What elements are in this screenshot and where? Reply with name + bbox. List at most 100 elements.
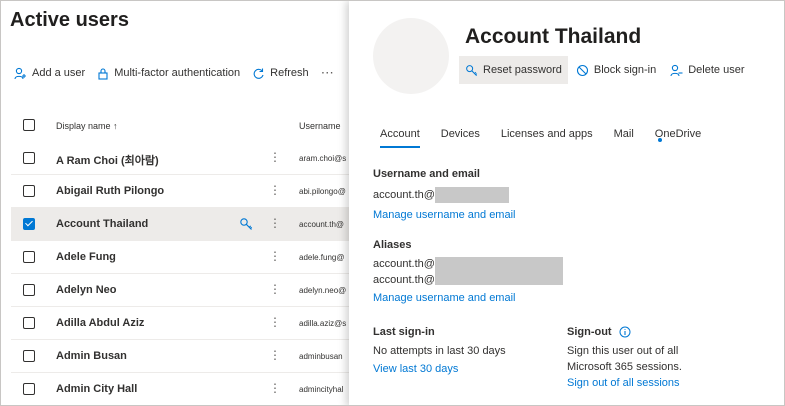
detail-tabs: Account Devices Licenses and apps Mail O… (380, 128, 722, 148)
add-user-button[interactable]: Add a user (14, 67, 85, 80)
table-row[interactable]: Admin City Hall ⋮ admincityhal (11, 373, 351, 405)
username-email-section: Username and email account.th@ Manage us… (373, 168, 515, 221)
tab-onedrive[interactable]: OneDrive (655, 128, 701, 148)
signout-heading-row: Sign-out (567, 326, 682, 338)
aliases-section: Aliases account.th@ account.th@ Manage u… (373, 239, 563, 304)
sign-out-all-sessions-link[interactable]: Sign out of all sessions (567, 377, 682, 389)
sort-ascending-icon: ↑ (113, 121, 118, 131)
tab-account[interactable]: Account (380, 128, 420, 148)
lock-icon (98, 67, 108, 80)
signout-section: Sign-out Sign this user out of all Micro… (567, 326, 682, 389)
tab-devices[interactable]: Devices (441, 128, 480, 148)
display-name[interactable]: Admin City Hall (56, 383, 137, 395)
list-header: Display name ↑ Username (1, 114, 351, 138)
active-users-list-pane: Active users Add a user Multi-factor aut… (1, 1, 351, 405)
select-all-checkbox[interactable] (23, 119, 35, 131)
row-checkbox[interactable] (23, 251, 35, 263)
signout-desc-line1: Sign this user out of all (567, 345, 679, 357)
display-name[interactable]: A Ram Choi (최아람) (56, 152, 159, 168)
block-signin-button[interactable]: Block sign-in (570, 56, 662, 84)
tab-mail[interactable]: Mail (614, 128, 634, 148)
page-title: Active users (10, 9, 129, 31)
user-rows: A Ram Choi (최아람) ⋮ aram.choi@s Abigail R… (11, 142, 351, 405)
reset-password-button[interactable]: Reset password (459, 56, 568, 84)
display-name-column-header[interactable]: Display name ↑ (56, 121, 118, 131)
username: adele.fung@ (299, 253, 345, 262)
avatar (373, 18, 449, 94)
row-checkbox[interactable] (23, 284, 35, 296)
row-more-icon[interactable]: ⋮ (269, 249, 281, 263)
block-signin-label: Block sign-in (593, 64, 657, 76)
user-display-name: Account Thailand (465, 25, 642, 48)
table-row[interactable]: Adelyn Neo ⋮ adelyn.neo@ (11, 274, 351, 307)
username-email-heading: Username and email (373, 168, 480, 180)
table-row[interactable]: Abigail Ruth Pilongo ⋮ abi.pilongo@ (11, 175, 351, 208)
refresh-button[interactable]: Refresh (252, 67, 309, 80)
add-person-icon (14, 67, 26, 79)
table-row[interactable]: Admin Busan ⋮ adminbusan (11, 340, 351, 373)
username: adelyn.neo@ (299, 286, 347, 295)
delete-user-label: Delete user (688, 64, 745, 76)
username: adminbusan (299, 352, 343, 361)
info-icon[interactable] (619, 326, 631, 338)
manage-username-email-link[interactable]: Manage username and email (373, 209, 515, 221)
row-more-icon[interactable]: ⋮ (269, 183, 281, 197)
aliases-heading: Aliases (373, 239, 412, 251)
username: admincityhal (299, 385, 344, 394)
table-row[interactable]: A Ram Choi (최아람) ⋮ aram.choi@s (11, 142, 351, 175)
app-frame: Active users Add a user Multi-factor aut… (0, 0, 785, 406)
user-details-panel: Account Thailand Reset password Block si… (349, 1, 784, 405)
last-signin-section: Last sign-in No attempts in last 30 days… (373, 326, 506, 375)
table-row[interactable]: Adele Fung ⋮ adele.fung@ (11, 241, 351, 274)
row-more-icon[interactable]: ⋮ (269, 315, 281, 329)
reset-password-label: Reset password (483, 64, 562, 76)
username: aram.choi@s (299, 154, 347, 163)
row-more-icon[interactable]: ⋮ (269, 348, 281, 362)
row-checkbox[interactable] (23, 350, 35, 362)
block-icon (576, 64, 588, 76)
display-name-label: Display name (56, 121, 111, 131)
panel-actions: Reset password Block sign-in Delete user (459, 56, 753, 84)
display-name[interactable]: Abigail Ruth Pilongo (56, 185, 164, 197)
display-name[interactable]: Admin Busan (56, 350, 127, 362)
row-more-icon[interactable]: ⋮ (269, 381, 281, 395)
redacted-block (434, 187, 509, 203)
refresh-icon (253, 68, 264, 79)
redacted-block (435, 257, 563, 285)
manage-aliases-link[interactable]: Manage username and email (373, 292, 515, 304)
row-more-icon[interactable]: ⋮ (269, 216, 281, 230)
username-email-value: account.th@ (373, 187, 515, 203)
command-bar: Add a user Multi-factor authentication R… (14, 65, 335, 81)
row-checkbox[interactable] (23, 218, 35, 230)
add-user-label: Add a user (32, 67, 86, 79)
table-row[interactable]: Adilla Abdul Aziz ⋮ adilla.aziz@s (11, 307, 351, 340)
mouse-cursor-indicator (658, 138, 662, 142)
key-icon[interactable] (239, 217, 253, 231)
refresh-label: Refresh (270, 67, 309, 79)
view-last-30-days-link[interactable]: View last 30 days (373, 363, 506, 375)
row-checkbox[interactable] (23, 383, 35, 395)
display-name[interactable]: Adilla Abdul Aziz (56, 317, 144, 329)
row-more-icon[interactable]: ⋮ (269, 282, 281, 296)
signout-desc-line2: Microsoft 365 sessions. (567, 361, 682, 373)
more-commands-icon[interactable]: ⋯ (321, 65, 335, 81)
row-checkbox[interactable] (23, 185, 35, 197)
display-name[interactable]: Adele Fung (56, 251, 116, 263)
delete-user-button[interactable]: Delete user (664, 56, 750, 84)
last-signin-heading: Last sign-in (373, 326, 435, 338)
username: abi.pilongo@ (299, 187, 346, 196)
signout-heading: Sign-out (567, 326, 612, 338)
mfa-label: Multi-factor authentication (114, 67, 241, 79)
row-checkbox[interactable] (23, 317, 35, 329)
display-name[interactable]: Account Thailand (56, 218, 148, 230)
username: adilla.aziz@s (299, 319, 347, 328)
key-icon (466, 64, 478, 76)
row-more-icon[interactable]: ⋮ (269, 150, 281, 164)
tab-licenses-and-apps[interactable]: Licenses and apps (501, 128, 593, 148)
mfa-button[interactable]: Multi-factor authentication (97, 67, 240, 80)
display-name[interactable]: Adelyn Neo (56, 284, 117, 296)
username-column-header[interactable]: Username (299, 121, 341, 131)
table-row[interactable]: Account Thailand ⋮ account.th@ (11, 208, 351, 241)
row-checkbox[interactable] (23, 152, 35, 164)
username-email-text: account.th@ (373, 189, 435, 201)
